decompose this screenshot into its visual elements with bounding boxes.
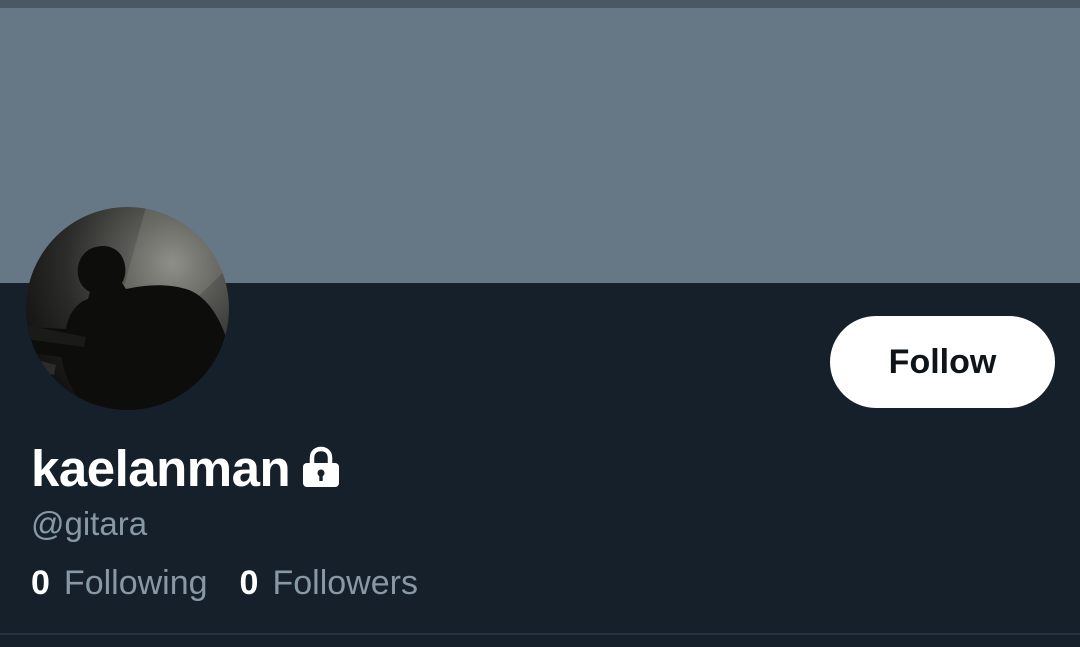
divider [0,633,1080,635]
profile-page: Follow kaelanman @gitara 0 Following 0 F… [0,0,1080,647]
display-name-row: kaelanman [31,438,340,498]
profile-stats: 0 Following 0 Followers [31,564,418,603]
top-bar-strip [0,0,1080,8]
display-name: kaelanman [31,439,291,497]
followers-stat[interactable]: 0 Followers [240,564,418,603]
following-label: Following [63,564,208,602]
following-stat[interactable]: 0 Following [31,564,208,603]
followers-count: 0 [239,564,259,602]
following-count: 0 [31,564,50,602]
avatar-silhouette [26,207,229,410]
follow-button[interactable]: Follow [830,316,1055,408]
user-handle: @gitara [31,505,148,542]
lock-icon [302,446,340,490]
followers-label: Followers [272,564,418,602]
avatar[interactable] [26,207,229,410]
